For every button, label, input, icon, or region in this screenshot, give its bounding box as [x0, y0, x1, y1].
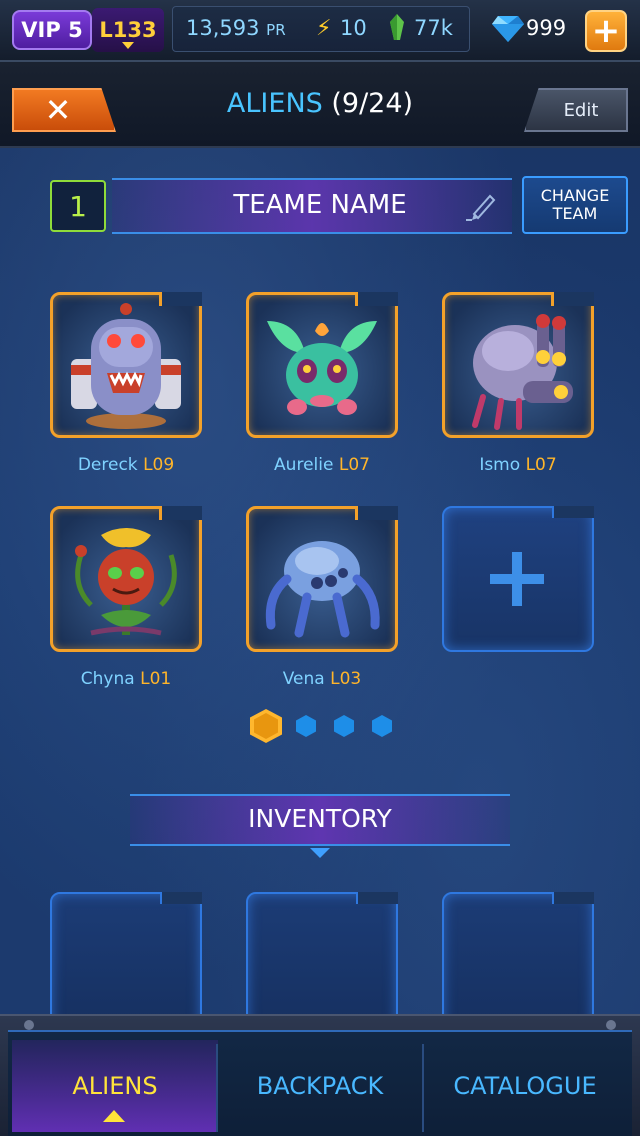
alien-card-dereck[interactable]: [50, 292, 202, 438]
change-team-label-2: TEAM: [552, 204, 598, 223]
alien-name: Aurelie: [274, 455, 334, 475]
alien-count: (9/24): [331, 88, 414, 119]
inventory-slot[interactable]: [442, 892, 594, 1032]
alien-level: L03: [330, 669, 362, 689]
team-number: 1: [69, 189, 87, 223]
player-level: L133: [99, 18, 157, 42]
team-name: TEAME NAME: [233, 190, 407, 220]
plant-alien-icon: [75, 528, 177, 636]
chevron-down-icon[interactable]: [310, 848, 330, 858]
alien-label-ismo: Ismo L07: [428, 455, 608, 475]
plus-icon: +: [591, 11, 621, 51]
alien-label-vena: Vena L03: [232, 669, 412, 689]
alien-level: L01: [140, 669, 172, 689]
edit-button[interactable]: Edit: [524, 88, 628, 132]
team-number-badge: 1: [50, 180, 106, 232]
crab-bot-alien-icon: [265, 541, 380, 638]
page-title: ALIENS (9/24): [130, 88, 510, 128]
inventory-title: INVENTORY: [248, 804, 392, 833]
plus-icon: [490, 552, 544, 606]
inventory-slot[interactable]: [246, 892, 398, 1032]
tab-backpack[interactable]: BACKPACK: [217, 1040, 423, 1132]
add-alien-slot[interactable]: [442, 506, 594, 652]
robot-alien-icon: [71, 303, 181, 429]
alien-card-chyna[interactable]: [50, 506, 202, 652]
chevron-down-icon: [122, 42, 134, 49]
spider-bot-alien-icon: [472, 314, 573, 430]
tab-catalogue-label: CATALOGUE: [453, 1072, 597, 1100]
bolt-decoration: [606, 1020, 616, 1030]
close-icon: ✕: [44, 91, 72, 129]
inventory-slot[interactable]: [50, 892, 202, 1032]
vip-badge[interactable]: VIP 5: [12, 10, 92, 50]
player-level-button[interactable]: L133: [92, 8, 164, 52]
pencil-icon[interactable]: [464, 190, 496, 222]
page-title-text: ALIENS: [226, 88, 323, 119]
alien-name: Vena: [282, 669, 325, 689]
close-button[interactable]: ✕: [12, 88, 116, 132]
alien-card-vena[interactable]: [246, 506, 398, 652]
power-rating: 13,593 PR: [186, 16, 286, 40]
alien-name: Ismo: [479, 455, 521, 475]
alien-card-ismo[interactable]: [442, 292, 594, 438]
tab-aliens-label: ALIENS: [72, 1072, 158, 1100]
vip-label: VIP 5: [21, 18, 83, 42]
alien-label-aurelie: Aurelie L07: [232, 455, 412, 475]
power-value: 13,593: [186, 16, 260, 40]
alien-label-dereck: Dereck L09: [36, 455, 216, 475]
bolt-decoration: [24, 1020, 34, 1030]
diamond-icon: [492, 16, 524, 42]
alien-name: Chyna: [80, 669, 135, 689]
tab-catalogue[interactable]: CATALOGUE: [422, 1040, 628, 1132]
change-team-button[interactable]: CHANGE TEAM: [522, 176, 628, 234]
power-unit: PR: [266, 21, 286, 39]
winged-alien-icon: [267, 321, 377, 415]
add-currency-button[interactable]: +: [585, 10, 627, 52]
alien-level: L07: [338, 455, 370, 475]
diamond-count: 999: [526, 16, 567, 40]
edit-label: Edit: [563, 99, 599, 121]
alien-level: L07: [525, 455, 557, 475]
change-team-label-1: CHANGE: [540, 186, 610, 205]
alien-name: Dereck: [77, 455, 138, 475]
energy-count: 10: [340, 16, 367, 40]
alien-level: L09: [143, 455, 175, 475]
crystal-count: 77k: [414, 16, 453, 40]
green-crystal-icon: [390, 14, 404, 40]
tab-backpack-label: BACKPACK: [256, 1072, 384, 1100]
lightning-icon: ⚡: [316, 16, 332, 41]
alien-label-chyna: Chyna L01: [36, 669, 216, 689]
alien-card-aurelie[interactable]: [246, 292, 398, 438]
active-tab-indicator-icon: [103, 1110, 125, 1122]
